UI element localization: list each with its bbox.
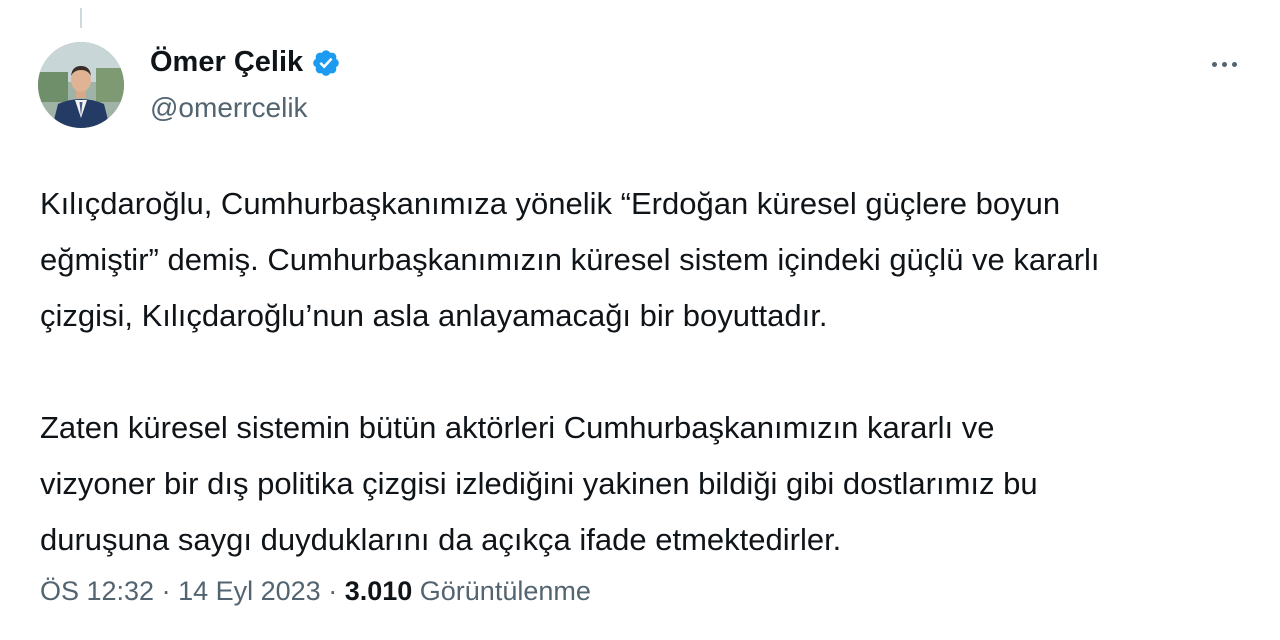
tweet-meta: ÖS 12:32 · 14 Eyl 2023 · 3.010 Görüntüle… xyxy=(40,576,591,607)
tweet-date[interactable]: 14 Eyl 2023 xyxy=(178,576,321,606)
more-options-icon-dot xyxy=(1231,61,1237,67)
author-handle[interactable]: @omerrcelik xyxy=(150,92,308,124)
meta-separator: · xyxy=(320,576,345,606)
tweet-time[interactable]: ÖS 12:32 xyxy=(40,576,154,606)
more-options-button[interactable] xyxy=(1200,44,1248,84)
more-options-icon-dot xyxy=(1221,61,1227,67)
views-count: 3.010 xyxy=(344,576,413,606)
author-display-name[interactable]: Ömer Çelik xyxy=(150,46,303,79)
more-options-icon xyxy=(1211,61,1217,67)
tweet-card: Ömer Çelik @omerrcelik Kılıçdaroğlu, Cum… xyxy=(0,0,1280,640)
avatar-image xyxy=(38,42,124,128)
views-label: Görüntülenme xyxy=(419,576,591,606)
avatar[interactable] xyxy=(38,42,124,128)
verified-badge-icon xyxy=(311,48,341,78)
thread-connector-line xyxy=(80,8,82,28)
tweet-paragraph: Zaten küresel sistemin bütün aktörleri C… xyxy=(40,410,1038,557)
author-name-row: Ömer Çelik xyxy=(150,46,341,79)
tweet-text: Kılıçdaroğlu, Cumhurbaşkanımıza yönelik … xyxy=(40,176,1265,568)
meta-separator: · xyxy=(154,576,179,606)
tweet-paragraph: Kılıçdaroğlu, Cumhurbaşkanımıza yönelik … xyxy=(40,186,1100,333)
